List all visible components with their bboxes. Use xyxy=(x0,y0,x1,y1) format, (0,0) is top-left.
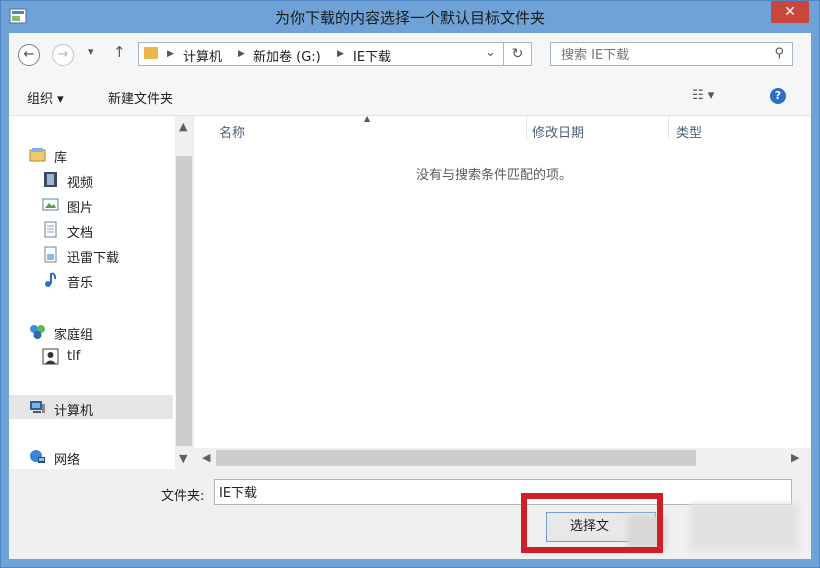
search-box[interactable]: ⚲ xyxy=(550,42,793,66)
dialog-window: 为你下载的内容选择一个默认目标文件夹 ✕ ← → ▾ ↑ ▶ 计算机 ▶ 新加卷… xyxy=(0,0,820,568)
address-field[interactable]: ▶ 计算机 ▶ 新加卷 (G:) ▶ IE下载 ⌄ xyxy=(138,42,504,66)
column-header-modified[interactable]: 修改日期 xyxy=(532,122,584,141)
address-bar-row: ← → ▾ ↑ ▶ 计算机 ▶ 新加卷 (G:) ▶ IE下载 ⌄ ↻ ⚲ xyxy=(9,33,811,77)
view-options-icon[interactable]: ☷ ▾ xyxy=(692,88,714,103)
breadcrumb-folder[interactable]: IE下载 xyxy=(353,46,391,65)
forward-button[interactable]: → xyxy=(52,44,74,66)
blur-mosaic xyxy=(689,503,799,551)
up-button[interactable]: ↑ xyxy=(113,43,126,61)
scroll-left-arrow[interactable]: ◀ xyxy=(202,451,210,464)
refresh-button[interactable]: ↻ xyxy=(504,42,532,66)
breadcrumb-separator[interactable]: ▶ xyxy=(337,49,344,59)
homegroup-icon xyxy=(30,325,45,339)
scroll-down-arrow[interactable]: ▼ xyxy=(179,452,187,465)
scroll-thumb[interactable] xyxy=(176,156,192,446)
breadcrumb-separator: ▶ xyxy=(167,49,174,59)
network-icon xyxy=(30,450,45,463)
search-input[interactable] xyxy=(559,45,763,65)
column-divider[interactable] xyxy=(526,116,527,140)
breadcrumb-separator[interactable]: ▶ xyxy=(238,49,245,59)
user-icon xyxy=(42,348,59,365)
nav-item-label: 库 xyxy=(54,151,68,166)
nav-item-label: 文档 xyxy=(67,226,94,241)
file-list-pane: ▲ 名称 修改日期 类型 没有与搜索条件匹配的项。 xyxy=(193,114,810,448)
nav-item-label: 家庭组 xyxy=(54,328,94,343)
new-folder-button[interactable]: 新建文件夹 xyxy=(108,88,173,107)
file-list-horizontal-scrollbar[interactable]: ◀ ▶ xyxy=(193,448,809,468)
column-header-type[interactable]: 类型 xyxy=(676,122,702,141)
breadcrumb-drive[interactable]: 新加卷 (G:) xyxy=(253,46,321,65)
computer-icon xyxy=(30,401,45,413)
picture-icon xyxy=(42,198,59,211)
organize-menu-button[interactable]: 组织 ▾ xyxy=(27,88,64,107)
breadcrumb-computer[interactable]: 计算机 xyxy=(183,46,222,65)
nav-item-label: 网络 xyxy=(54,453,81,468)
nav-item-label: 计算机 xyxy=(54,404,94,419)
nav-item-label: 视频 xyxy=(67,176,94,191)
search-icon[interactable]: ⚲ xyxy=(774,46,784,61)
command-toolbar: 组织 ▾ 新建文件夹 ☷ ▾ ? xyxy=(9,77,811,116)
library-icon xyxy=(29,148,46,162)
nav-pane-scrollbar[interactable]: ▲ ▼ xyxy=(175,116,193,469)
column-header-name[interactable]: 名称 xyxy=(219,122,245,141)
nav-item-label: tlf xyxy=(67,349,81,364)
music-icon xyxy=(45,272,57,287)
document-icon xyxy=(44,221,57,238)
folder-name-field[interactable]: IE下载 xyxy=(214,479,792,505)
nav-item-label: 音乐 xyxy=(67,276,94,291)
close-button[interactable]: ✕ xyxy=(771,1,809,23)
help-icon[interactable]: ? xyxy=(770,88,786,104)
nav-item-label: 图片 xyxy=(67,201,94,216)
scroll-up-arrow[interactable]: ▲ xyxy=(179,120,187,133)
dialog-client: ← → ▾ ↑ ▶ 计算机 ▶ 新加卷 (G:) ▶ IE下载 ⌄ ↻ ⚲ 组织… xyxy=(9,33,811,559)
title-bar[interactable]: 为你下载的内容选择一个默认目标文件夹 ✕ xyxy=(1,1,819,33)
navigation-pane: 库 视频 图片 文档 迅雷下载 音乐 家庭组 tlf 计算机 网络 xyxy=(9,116,192,469)
back-button[interactable]: ← xyxy=(18,44,40,66)
address-dropdown-icon[interactable]: ⌄ xyxy=(485,45,496,60)
window-title: 为你下载的内容选择一个默认目标文件夹 xyxy=(274,9,545,27)
recent-locations-button[interactable]: ▾ xyxy=(88,45,94,58)
scroll-right-arrow[interactable]: ▶ xyxy=(791,451,799,464)
column-divider[interactable] xyxy=(668,116,669,140)
nav-item-label: 迅雷下载 xyxy=(67,251,120,266)
blur-mosaic xyxy=(627,515,667,549)
folder-icon xyxy=(144,47,158,59)
scroll-thumb[interactable] xyxy=(216,450,696,466)
video-icon xyxy=(44,172,57,187)
folder-field-label: 文件夹: xyxy=(161,489,205,504)
sort-arrow-icon: ▲ xyxy=(364,114,371,123)
download-folder-icon xyxy=(44,246,57,263)
empty-results-message: 没有与搜索条件匹配的项。 xyxy=(416,168,573,183)
